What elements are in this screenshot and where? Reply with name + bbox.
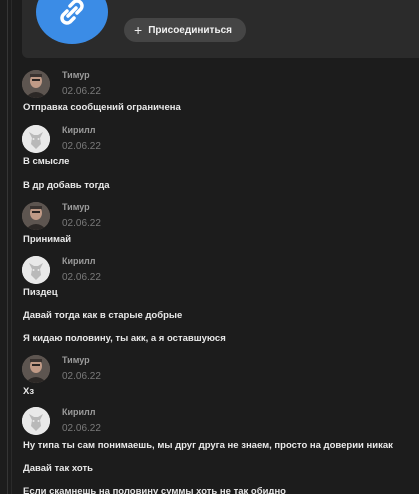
avatar[interactable] — [22, 125, 50, 153]
message-date: 02.06.22 — [62, 218, 101, 229]
avatar-dog-icon — [22, 407, 50, 435]
message-date: 02.06.22 — [62, 371, 101, 382]
avatar[interactable] — [22, 355, 50, 383]
scrollbar-track[interactable] — [7, 0, 8, 494]
author-name[interactable]: Кирилл — [62, 407, 96, 417]
author-name[interactable]: Тимур — [62, 202, 90, 212]
author-name[interactable]: Тимур — [62, 70, 90, 80]
message-date: 02.06.22 — [62, 423, 101, 434]
message-text: Давай так хоть — [23, 463, 93, 474]
avatar[interactable] — [22, 256, 50, 284]
message-text: Если скамнешь на половину суммы хоть не … — [23, 486, 286, 494]
author-name[interactable]: Кирилл — [62, 125, 96, 135]
avatar-timur-icon — [22, 70, 50, 98]
avatar[interactable] — [22, 407, 50, 435]
link-icon — [60, 0, 84, 25]
message-text: Я кидаю половину, ты акк, а я оставшуюся — [23, 333, 226, 344]
join-button[interactable]: + Присоединиться — [124, 18, 246, 42]
avatar-dog-icon — [22, 256, 50, 284]
message-date: 02.06.22 — [62, 272, 101, 283]
message-text: Ну типа ты сам понимаешь, мы друг друга … — [23, 440, 393, 451]
message-text: В др добавь тогда — [23, 180, 110, 191]
message-text: Пиздец — [23, 287, 58, 298]
author-name[interactable]: Тимур — [62, 355, 90, 365]
message-text: Принимай — [23, 234, 72, 245]
message-text: Хз — [23, 386, 35, 397]
author-name[interactable]: Кирилл — [62, 256, 96, 266]
avatar-dog-icon — [22, 125, 50, 153]
join-button-label: Присоединиться — [148, 24, 232, 36]
message-text: Отправка сообщений ограничена — [23, 102, 181, 113]
avatar[interactable] — [22, 70, 50, 98]
message-date: 02.06.22 — [62, 141, 101, 152]
message-text: Давай тогда как в старые добрые — [23, 310, 183, 321]
message-date: 02.06.22 — [62, 86, 101, 97]
divider — [11, 0, 12, 494]
message-text: В смысле — [23, 156, 70, 167]
avatar-timur-icon — [22, 355, 50, 383]
avatar[interactable] — [22, 202, 50, 230]
avatar-timur-icon — [22, 202, 50, 230]
plus-icon: + — [134, 22, 143, 38]
chat-window: + Присоединиться Тимур 02.06.22 Отправка… — [0, 0, 419, 494]
